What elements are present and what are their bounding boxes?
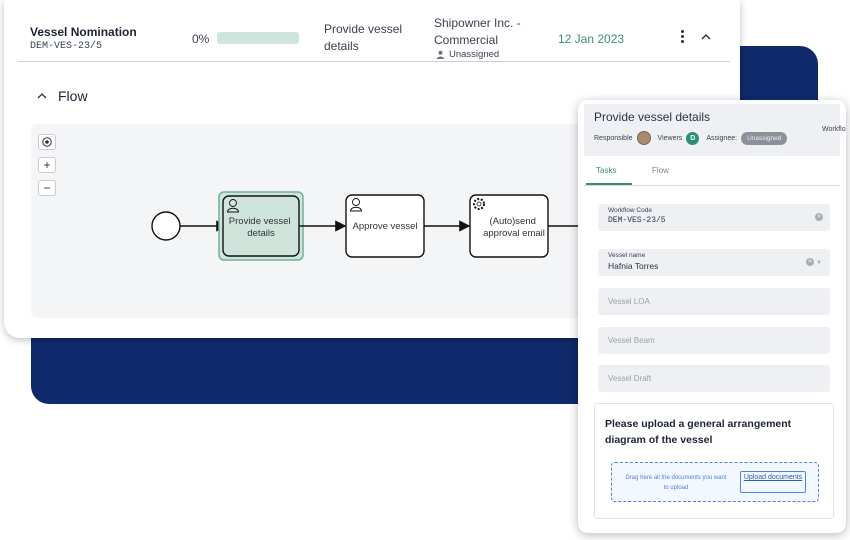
clear-icon[interactable]: ✕ <box>806 258 814 266</box>
company-name: Shipowner Inc. - Commercial <box>434 16 521 47</box>
vessel-draft-field[interactable]: Vessel Draft <box>598 365 830 392</box>
task-label-approve: Approve vessel <box>353 221 418 232</box>
panel-tabs: Tasks Flow <box>584 158 840 186</box>
viewer-avatar[interactable]: D <box>686 131 700 145</box>
clear-icon[interactable]: ✕ <box>815 213 823 221</box>
vessel-beam-placeholder: Vessel Beam <box>608 336 655 345</box>
flow-title: Flow <box>58 88 88 104</box>
workflow-link-truncated[interactable]: Workflo <box>822 126 846 133</box>
workflow-title: Vessel Nomination <box>30 25 137 39</box>
more-options-icon[interactable] <box>675 28 689 46</box>
chevron-down-icon[interactable]: ▼ <box>816 260 822 266</box>
upload-section: Please upload a general arrangement diag… <box>594 403 834 519</box>
responsible-avatar[interactable] <box>636 131 651 145</box>
user-icon <box>436 50 445 59</box>
vessel-beam-field[interactable]: Vessel Beam <box>598 327 830 354</box>
document-dropzone[interactable]: Drag here all the documents you want to … <box>611 462 819 502</box>
responsible-label: Responsible <box>594 134 633 142</box>
vessel-draft-placeholder: Vessel Draft <box>608 374 652 383</box>
screen: Vessel Nomination DEM-VES-23/5 0% Provid… <box>0 0 850 540</box>
start-event[interactable] <box>151 211 181 241</box>
progress-bar <box>217 32 299 44</box>
bpmn-diagram: Provide vessel details Approve vessel (A… <box>151 191 591 261</box>
vessel-name-label: Vessel name <box>608 252 646 259</box>
assignee: Unassigned <box>436 49 499 60</box>
flow-diagram-canvas[interactable]: + − Provide vessel details Approve vesse… <box>31 124 591 318</box>
active-tab-indicator <box>586 183 632 185</box>
panel-meta: Responsible Viewers D Assignee: Unassign… <box>594 131 788 145</box>
assignee-label: Unassigned <box>449 49 500 60</box>
workflow-code-field[interactable]: Workflow Code DEM-VES-23/5 ✕ <box>598 204 830 231</box>
panel-title: Provide vessel details <box>594 110 711 124</box>
workflow-code-value: DEM-VES-23/5 <box>608 216 666 225</box>
vessel-loa-placeholder: Vessel LOA <box>608 297 650 306</box>
tab-flow[interactable]: Flow <box>652 166 669 175</box>
assignee-badge[interactable]: Unassigned <box>741 131 788 145</box>
workflow-row[interactable]: Vessel Nomination DEM-VES-23/5 0% Provid… <box>18 6 730 62</box>
chevron-up-icon[interactable] <box>36 90 48 102</box>
chevron-up-icon[interactable] <box>699 30 713 44</box>
workflow-code-label: Workflow Code <box>608 207 652 214</box>
viewers-label: Viewers <box>657 134 683 142</box>
dropzone-hint: Drag here all the documents you want to … <box>625 475 727 491</box>
task-detail-panel: Provide vessel details Responsible Viewe… <box>578 100 846 533</box>
tab-tasks[interactable]: Tasks <box>596 166 616 175</box>
upload-title: Please upload a general arrangement diag… <box>605 418 792 446</box>
panel-header: Provide vessel details Responsible Viewe… <box>584 104 846 156</box>
assignee-label: Assignee: <box>706 134 738 142</box>
vessel-loa-field[interactable]: Vessel LOA <box>598 288 830 315</box>
current-step: Provide vessel details <box>324 22 403 53</box>
task-label-auto: (Auto)send approval email <box>483 216 545 239</box>
flow-section-header[interactable]: Flow <box>36 88 88 104</box>
progress-percent: 0% <box>192 32 210 46</box>
workflow-code: DEM-VES-23/5 <box>30 41 103 52</box>
vessel-name-select[interactable]: Vessel name Hafnia Torres ✕ ▼ <box>598 249 830 276</box>
due-date: 12 Jan 2023 <box>558 32 625 46</box>
upload-documents-button[interactable]: Upload documents <box>740 471 806 493</box>
vessel-name-value: Hafnia Torres <box>608 261 659 271</box>
